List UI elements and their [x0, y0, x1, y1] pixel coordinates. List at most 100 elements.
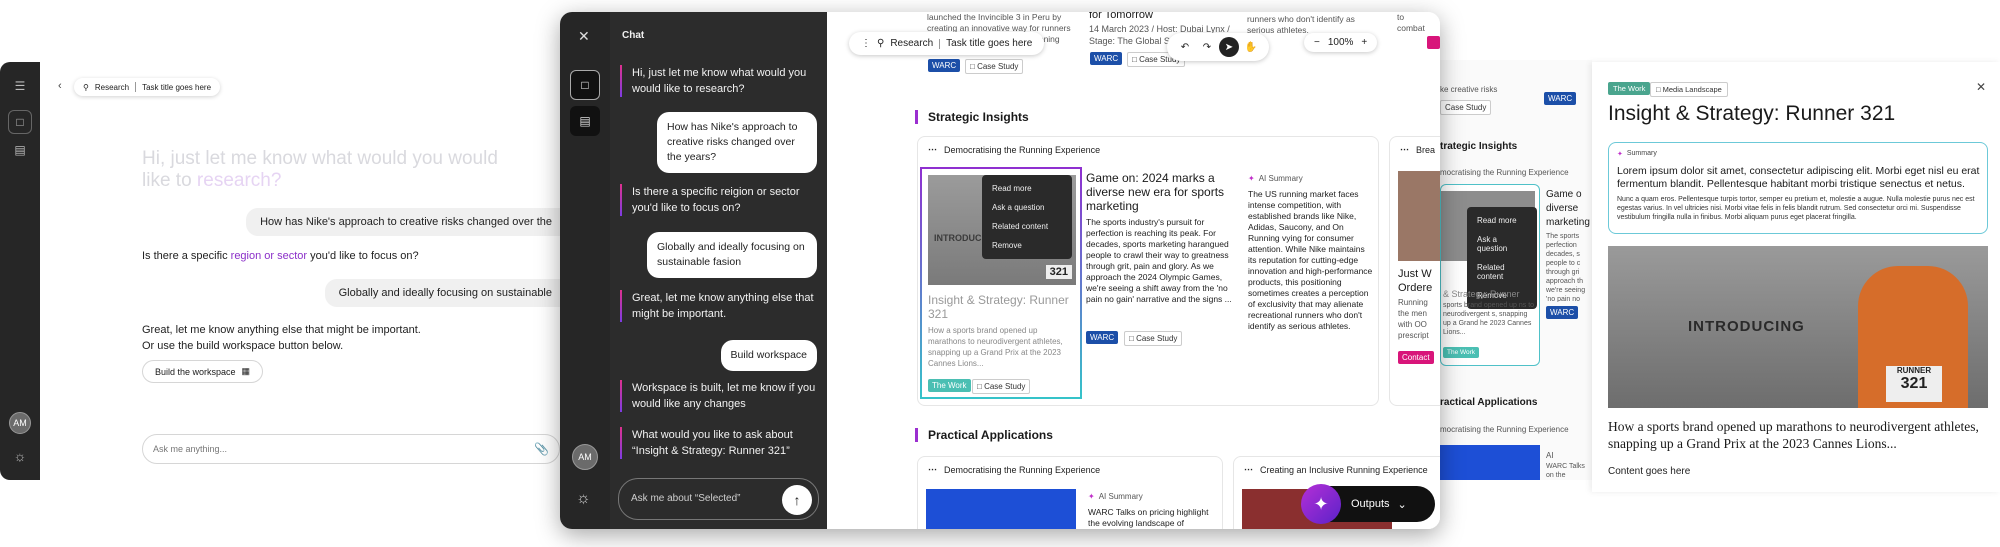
runner-bib: RUNNER 321 — [1886, 366, 1942, 402]
menu-read-more[interactable]: Read more — [1467, 211, 1537, 230]
menu-icon[interactable]: ☰ — [8, 74, 32, 98]
breadcrumb[interactable]: ⚲ Research Task title goes here — [74, 78, 221, 96]
ghost-line-1: Hi, just let me know what would you woul… — [142, 148, 498, 169]
close-icon[interactable]: ✕ — [1976, 80, 1986, 94]
menu-read-more[interactable]: Read more — [982, 179, 1072, 198]
hand-icon[interactable]: ✋ — [1241, 37, 1261, 57]
attach-icon[interactable]: 📎 — [534, 442, 549, 456]
ai-summary-text: AI Summary — [1098, 492, 1143, 501]
bg-top-text: ke creative risks — [1440, 85, 1498, 94]
redo-icon[interactable]: ↷ — [1197, 37, 1217, 57]
ai-summary-line-1: WARC Talks on pricing highlight — [1088, 507, 1209, 517]
bg-group2-head: mocratising the Running Experience — [1440, 425, 1569, 434]
card-group-practical-1: ⋯ Democratising the Running Experience ✦… — [917, 456, 1223, 529]
bot-message-3-line-1: Great, let me know anything else that mi… — [142, 324, 421, 336]
user-message: How has Nike's approach to creative risk… — [657, 112, 817, 173]
user-message: Globally and ideally focusing on sustain… — [647, 232, 817, 278]
bot-message-3-line-2: Or use the build workspace button below. — [142, 340, 344, 352]
panel-icon[interactable]: □ — [8, 110, 32, 134]
bib-label: RUNNER — [1896, 366, 1932, 375]
bot-message-3: Great, let me know anything else that mi… — [142, 322, 421, 354]
top-card-text-4: to combat — [1397, 12, 1425, 34]
ask-input[interactable]: Ask me anything... 📎 — [142, 434, 560, 464]
card-title-line-2: Ordere — [1398, 282, 1433, 294]
practical-applications-title: Practical Applications — [915, 428, 1053, 442]
contact-tag-partial: ​ — [1427, 36, 1440, 49]
summary-label: ✦ Summary — [1617, 150, 1657, 158]
chevron-down-icon[interactable]: ⌄ — [1398, 498, 1407, 511]
more-horizontal-icon[interactable]: ⋯ — [1400, 144, 1410, 155]
menu-related-content[interactable]: Related content — [1467, 258, 1537, 286]
document-icon: □ — [1656, 85, 1663, 94]
more-horizontal-icon[interactable]: ⋯ — [1244, 464, 1254, 475]
media-landscape-tag: □ Media Landscape — [1650, 82, 1728, 97]
breadcrumb-toolbar[interactable]: ⋮ ⚲ Research Task title goes here — [849, 32, 1045, 55]
pointer-icon[interactable]: ➤ — [1219, 37, 1239, 57]
summary-body: Nunc a quam eros. Pellentesque turpis to… — [1617, 196, 1975, 221]
bot-message-2-tail: you'd like to focus on? — [307, 250, 419, 262]
top-card-4-line-1: to — [1397, 12, 1405, 22]
summary-box: ✦ Summary Lorem ipsum dolor sit amet, co… — [1608, 142, 1988, 234]
undo-icon[interactable]: ↶ — [1175, 37, 1195, 57]
group-head: ⋯ Democratising the Running Experience — [928, 144, 1100, 155]
bg-card2-title-3: marketing — [1546, 217, 1590, 228]
more-horizontal-icon[interactable]: ⋯ — [928, 144, 938, 155]
work-tag: The Work — [1608, 82, 1651, 95]
bot-message: Hi, just let me know what would you woul… — [620, 65, 820, 97]
sparkle-icon: ✦ — [1088, 492, 1095, 501]
outputs-button[interactable]: ✦ Outputs ⌄ — [1301, 484, 1435, 524]
layout-icon[interactable]: ▤ — [8, 138, 32, 162]
send-arrow-icon[interactable]: ↑ — [782, 485, 812, 515]
detail-title: Insight & Strategy: Runner 321 — [1608, 102, 1896, 125]
menu-related-content[interactable]: Related content — [982, 217, 1072, 236]
chat-title: Chat — [622, 30, 645, 41]
ai-summary-body: The US running market faces intense comp… — [1248, 189, 1373, 331]
left-rail: ☰ □ ▤ AM ☼ — [0, 62, 40, 480]
zoom-level: 100% — [1327, 37, 1354, 48]
case-study-tag: □ Case Study — [965, 59, 1024, 74]
chat-input[interactable]: Ask me about “Selected” ↑ — [618, 478, 819, 520]
build-workspace-button[interactable]: Build the workspace ▦ — [142, 360, 264, 383]
runner-bib: 321 — [1045, 265, 1072, 279]
region-sector-link[interactable]: region or sector — [231, 250, 307, 262]
detail-headline: How a sports brand opened up marathons t… — [1608, 419, 1979, 451]
hero-caption: INTRODUCING — [1688, 318, 1805, 335]
ghost-prompt: Hi, just let me know what would you woul… — [142, 148, 498, 192]
group-title: Creating an Inclusive Running Experience — [1260, 464, 1428, 475]
breadcrumb-section: Research — [890, 38, 934, 49]
card-title[interactable]: Insight & Strategy: Runner 321 — [928, 293, 1076, 321]
sparkle-icon: ✦ — [1248, 174, 1255, 183]
zoom-out-icon[interactable]: − — [1314, 37, 1320, 48]
panel-icon[interactable]: □ — [570, 70, 600, 100]
card-title[interactable]: Just W Ordere — [1398, 267, 1432, 295]
work-tag: The Work — [928, 379, 971, 392]
avatar[interactable]: AM — [9, 412, 31, 434]
card-title[interactable]: Game on: 2024 marks a diverse new era fo… — [1086, 171, 1236, 213]
workspace-window: ✕ □ ▤ AM ☼ Chat Hi, just let me know wha… — [560, 12, 1440, 529]
bot-message: What would you like to ask about “Insigh… — [620, 427, 820, 459]
warc-tag: WARC — [1544, 92, 1577, 105]
breadcrumb-divider — [135, 82, 137, 92]
top-card-line-1: launched the Invincible 3 in Peru by — [927, 12, 1062, 22]
bg-card-body: sports brand opened up ns to neurodiverg… — [1443, 302, 1535, 336]
menu-remove[interactable]: Remove — [982, 236, 1072, 255]
case-study-tag: Case Study — [1440, 100, 1492, 115]
menu-ask-question[interactable]: Ask a question — [982, 198, 1072, 217]
search-icon: ⚲ — [877, 38, 885, 49]
detail-panel: The Work □ Media Landscape ✕ Insight & S… — [1592, 62, 2000, 492]
selected-card[interactable]: INTRODUCING 321 Read more Ask a question… — [920, 167, 1082, 399]
more-vertical-icon[interactable]: ⋮ — [861, 38, 871, 49]
breadcrumb-divider — [939, 38, 941, 49]
avatar[interactable]: AM — [572, 444, 598, 470]
layout-icon[interactable]: ▤ — [570, 106, 600, 136]
zoom-in-icon[interactable]: + — [1361, 37, 1367, 48]
group-title: Brea — [1416, 144, 1436, 155]
ask-input-placeholder: Ask me anything... — [153, 444, 228, 454]
close-icon[interactable]: ✕ — [578, 28, 590, 45]
back-chevron-icon[interactable]: ‹ — [58, 80, 62, 92]
history-toolbar: ↶ ↷ ➤ ✋ — [1167, 33, 1269, 61]
more-horizontal-icon[interactable]: ⋯ — [928, 464, 938, 475]
zoom-toolbar: − 100% + — [1304, 33, 1378, 52]
menu-ask-question[interactable]: Ask a question — [1467, 230, 1537, 258]
bg-card2-title: Game o diverse marketing — [1546, 188, 1592, 230]
